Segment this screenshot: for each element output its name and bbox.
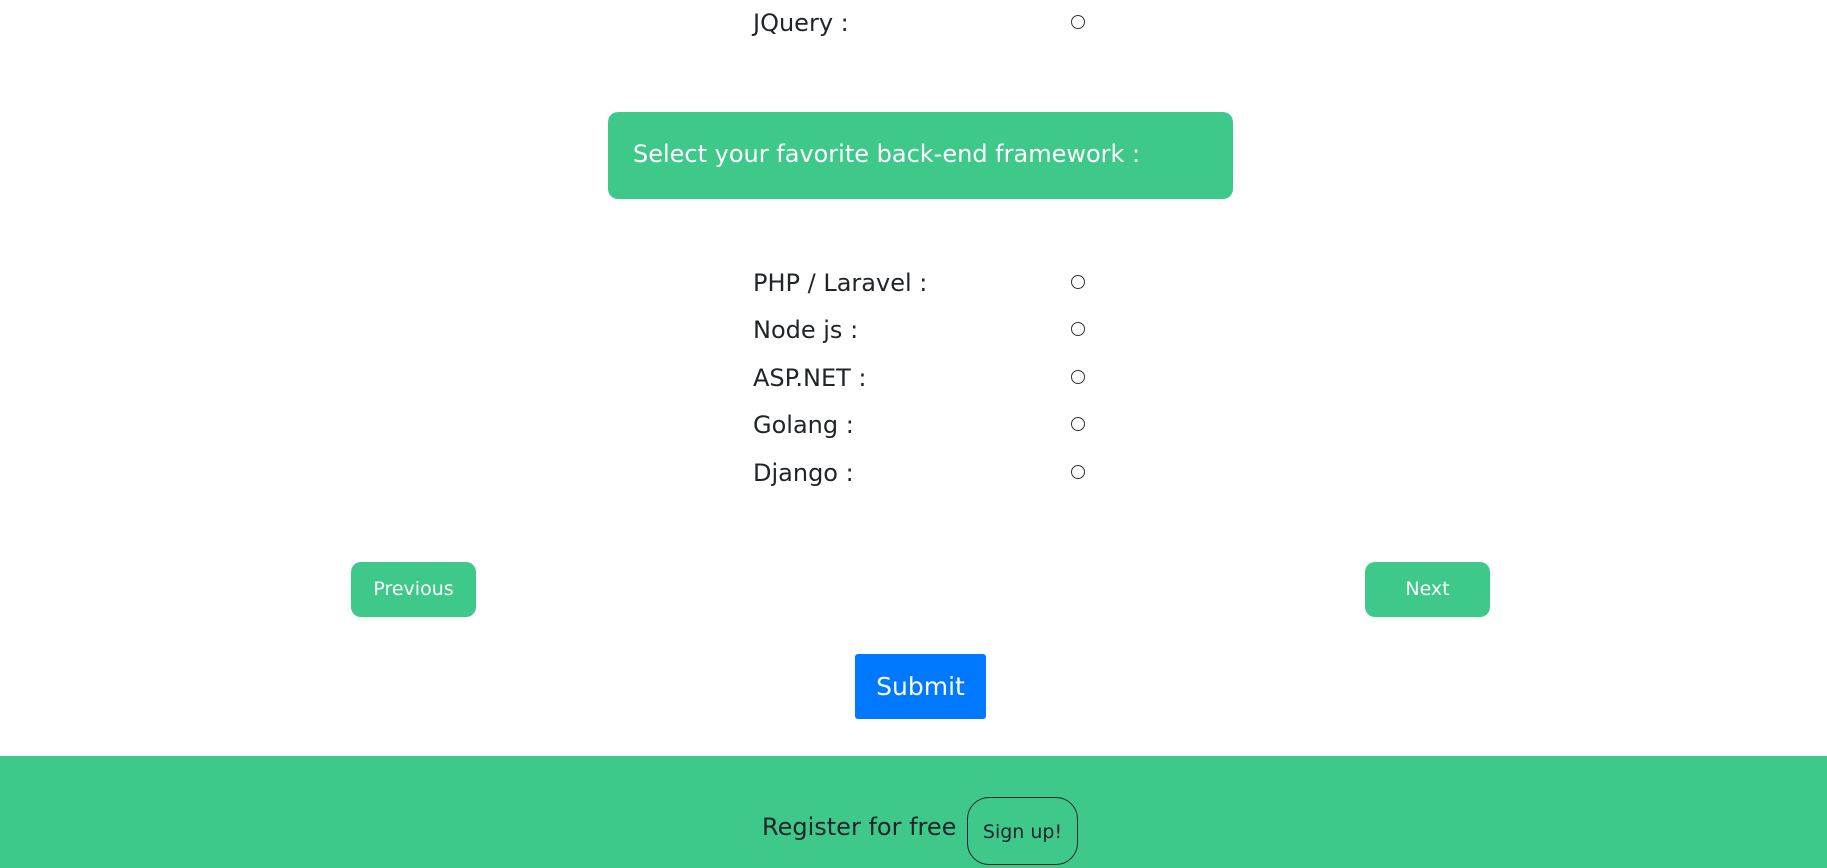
previous-button[interactable]: Previous (351, 562, 476, 617)
submit-button[interactable]: Submit (855, 654, 986, 719)
option-node-js: Node js : (753, 314, 1093, 354)
option-label-node-js: Node js : (753, 316, 859, 344)
question-text: Select your favorite back-end framework … (633, 140, 1141, 168)
radio-django[interactable] (1071, 465, 1085, 479)
radio-jquery[interactable] (1071, 15, 1085, 29)
footer-register-text: Register for free (762, 813, 957, 841)
option-php-laravel: PHP / Laravel : (753, 267, 1093, 307)
option-label-django: Django : (753, 459, 854, 487)
radio-golang[interactable] (1071, 417, 1085, 431)
next-button[interactable]: Next (1365, 562, 1490, 617)
signup-button[interactable]: Sign up! (967, 797, 1078, 865)
radio-php-laravel[interactable] (1071, 275, 1085, 289)
option-jquery: JQuery : (753, 7, 1093, 47)
survey-page: JQuery : Select your favorite back-end f… (0, 0, 1827, 868)
radio-node-js[interactable] (1071, 322, 1085, 336)
question-header-backend: Select your favorite back-end framework … (608, 112, 1233, 199)
option-asp-net: ASP.NET : (753, 362, 1093, 402)
option-label-php-laravel: PHP / Laravel : (753, 269, 928, 297)
footer: Register for free Sign up! (0, 756, 1827, 868)
option-label-jquery: JQuery : (753, 9, 849, 37)
option-django: Django : (753, 457, 1093, 497)
radio-asp-net[interactable] (1071, 370, 1085, 384)
option-label-asp-net: ASP.NET : (753, 364, 867, 392)
option-golang: Golang : (753, 409, 1093, 449)
option-label-golang: Golang : (753, 411, 854, 439)
